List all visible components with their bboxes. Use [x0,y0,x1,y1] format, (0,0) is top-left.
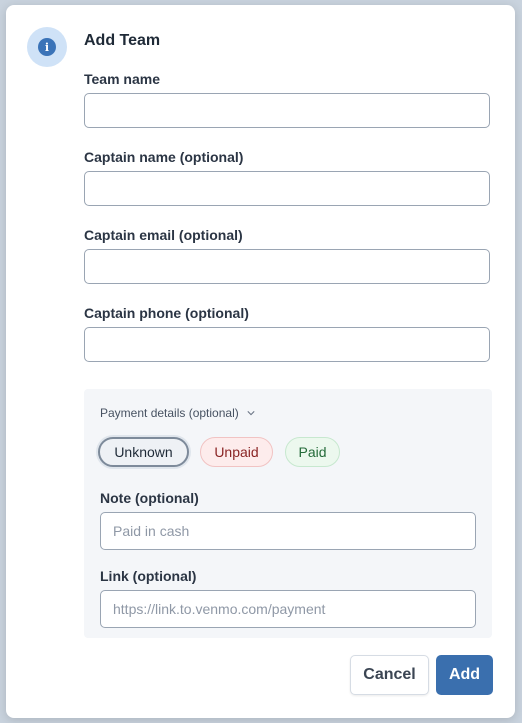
captain-phone-input[interactable] [84,327,490,362]
note-input[interactable] [100,512,476,550]
captain-name-input[interactable] [84,171,490,206]
captain-phone-label: Captain phone (optional) [84,305,249,321]
note-label: Note (optional) [100,490,199,506]
cancel-button[interactable]: Cancel [350,655,429,695]
team-name-input[interactable] [84,93,490,128]
dialog-title: Add Team [84,32,161,49]
info-icon: i [27,27,67,67]
add-button[interactable]: Add [436,655,493,695]
link-label: Link (optional) [100,568,197,584]
captain-email-input[interactable] [84,249,490,284]
team-name-label: Team name [84,71,160,87]
chevron-down-icon [247,411,255,416]
add-team-dialog: i Add Team Team name Captain name (optio… [6,5,515,718]
captain-name-label: Captain name (optional) [84,149,244,165]
payment-details-toggle[interactable]: Payment details (optional) [100,406,255,420]
payment-details-label: Payment details (optional) [100,406,239,420]
payment-details-section: Payment details (optional) Unknown Unpai… [84,389,492,638]
status-paid-button[interactable]: Paid [285,437,340,467]
captain-email-label: Captain email (optional) [84,227,243,243]
status-unknown-button[interactable]: Unknown [98,437,189,467]
status-unpaid-button[interactable]: Unpaid [200,437,273,467]
link-input[interactable] [100,590,476,628]
